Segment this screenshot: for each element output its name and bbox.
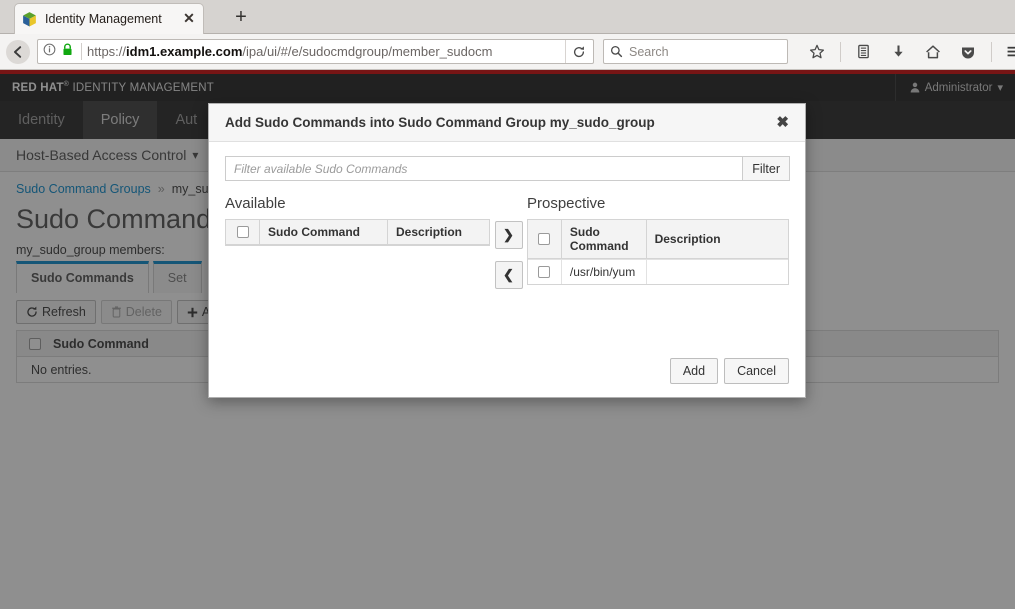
move-right-button[interactable]: ❯ <box>494 221 523 249</box>
available-col-description: Description <box>396 225 463 239</box>
row-description <box>647 260 788 284</box>
table-row[interactable]: /usr/bin/yum <box>528 259 788 284</box>
checkbox-icon <box>538 266 551 278</box>
dialog-title: Add Sudo Commands into Sudo Command Grou… <box>225 115 655 130</box>
lock-icon[interactable] <box>58 43 76 61</box>
available-col-sudo-command: Sudo Command <box>260 220 388 244</box>
filter-input[interactable]: Filter available Sudo Commands <box>225 156 744 181</box>
filter-button[interactable]: Filter <box>743 156 790 181</box>
url-host-prefix: idm1. <box>126 44 160 59</box>
prospective-col-sudo-command: Sudo Command <box>562 220 647 258</box>
prospective-col-description: Description <box>654 232 721 246</box>
row-checkbox[interactable] <box>528 260 562 284</box>
browser-toolbar-icons <box>795 39 1015 65</box>
library-icon[interactable] <box>850 39 876 65</box>
toolbar-divider-2 <box>991 41 992 62</box>
url-bar[interactable]: https://idm1.example.com/ipa/ui/#/e/sudo… <box>37 39 594 64</box>
prospective-heading: Prospective <box>527 195 606 212</box>
dual-list: Available Sudo Command Description ❯ ❮ P… <box>225 195 789 289</box>
prospective-table: Sudo Command Description /usr/bin/yum <box>527 219 789 285</box>
freeipa-cube-icon <box>23 11 36 27</box>
url-text[interactable]: https://idm1.example.com/ipa/ui/#/e/sudo… <box>87 44 565 59</box>
home-icon[interactable] <box>920 39 946 65</box>
download-icon[interactable] <box>885 39 911 65</box>
dialog-header: Add Sudo Commands into Sudo Command Grou… <box>209 104 805 142</box>
url-path: /ipa/ui/#/e/sudocmdgroup/member_sudocm <box>242 44 493 59</box>
row-sudo-command: /usr/bin/yum <box>562 260 647 284</box>
dialog-body: Filter available Sudo Commands Filter Av… <box>209 142 805 345</box>
browser-tab-title: Identity Management <box>45 12 162 26</box>
transfer-buttons: ❯ ❮ <box>490 195 527 289</box>
prospective-column: Prospective Sudo Command Description /us… <box>527 195 789 289</box>
back-button[interactable] <box>5 39 31 65</box>
browser-nav-bar: https://idm1.example.com/ipa/ui/#/e/sudo… <box>0 34 1015 70</box>
bookmark-star-icon[interactable] <box>804 39 830 65</box>
tab-close-icon[interactable]: ✕ <box>181 11 197 27</box>
url-scheme: https:// <box>87 44 127 59</box>
prospective-header-row: Sudo Command Description <box>528 220 788 259</box>
back-icon <box>6 39 30 64</box>
url-divider <box>81 43 82 60</box>
available-heading: Available <box>225 195 286 212</box>
new-tab-button[interactable]: + <box>228 5 254 31</box>
dialog-footer: Add Cancel <box>209 345 805 397</box>
reload-button[interactable] <box>565 40 591 63</box>
available-select-all-checkbox[interactable] <box>226 220 260 244</box>
checkbox-icon <box>538 233 551 245</box>
browser-search-box[interactable]: Search <box>603 39 788 64</box>
hamburger-menu-icon[interactable] <box>1001 39 1015 65</box>
available-table: Sudo Command Description <box>225 219 490 246</box>
checkbox-icon <box>236 226 249 238</box>
info-icon[interactable] <box>40 43 58 61</box>
browser-tab[interactable]: Identity Management ✕ <box>14 3 204 34</box>
pocket-icon[interactable] <box>955 39 981 65</box>
available-header-row: Sudo Command Description <box>226 220 489 245</box>
toolbar-divider <box>840 41 841 62</box>
search-placeholder: Search <box>629 44 669 59</box>
filter-row: Filter available Sudo Commands Filter <box>225 156 790 181</box>
search-icon <box>610 45 623 58</box>
available-column: Available Sudo Command Description <box>225 195 490 289</box>
dialog-cancel-button[interactable]: Cancel <box>724 358 789 384</box>
url-host: example.com <box>160 44 243 59</box>
add-sudo-commands-dialog: Add Sudo Commands into Sudo Command Grou… <box>208 103 806 398</box>
dialog-add-button[interactable]: Add <box>669 358 719 384</box>
browser-tab-bar: Identity Management ✕ + <box>0 0 1015 34</box>
prospective-select-all-checkbox[interactable] <box>528 220 562 258</box>
move-left-button[interactable]: ❮ <box>494 261 523 289</box>
close-icon[interactable]: ✖ <box>776 115 789 130</box>
